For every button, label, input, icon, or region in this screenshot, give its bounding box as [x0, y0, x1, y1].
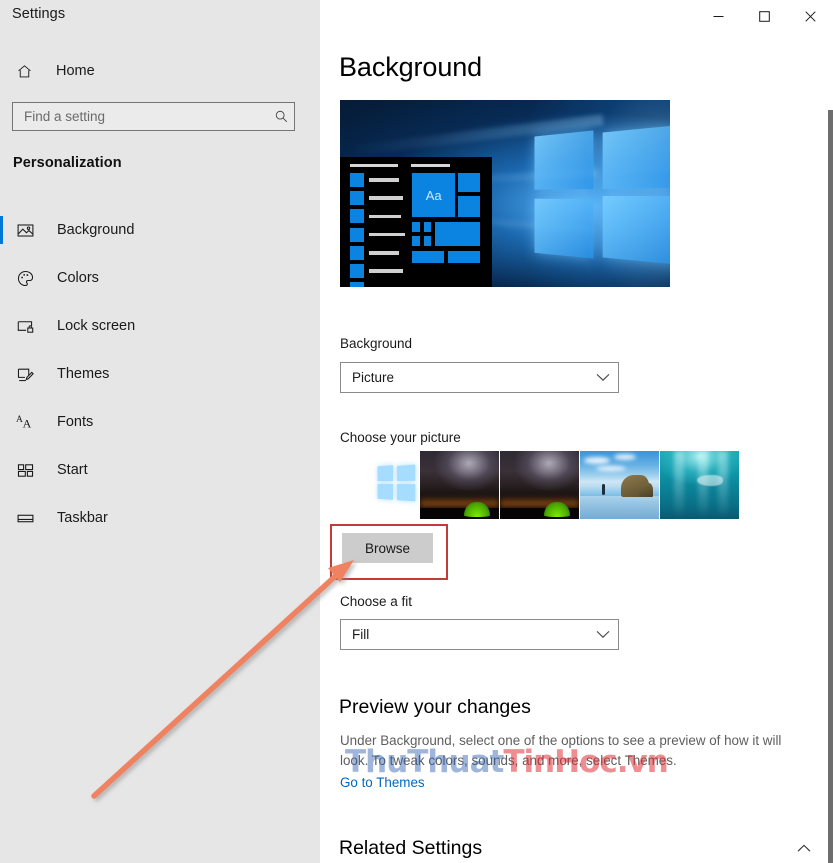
sidebar-item-taskbar-label: Taskbar — [57, 510, 108, 526]
related-settings-header[interactable]: Related Settings — [339, 837, 811, 860]
thumbnail-beach-rock-wallpaper[interactable] — [580, 451, 659, 519]
content-scrollbar[interactable] — [828, 110, 833, 863]
sidebar-item-themes-label: Themes — [57, 366, 110, 382]
sidebar-nav: Background Colors Lock screen Themes A A… — [0, 206, 320, 542]
brush-icon — [13, 362, 37, 386]
windows-logo-glow — [534, 122, 670, 270]
search-box[interactable] — [12, 102, 295, 131]
lock-screen-icon — [13, 314, 37, 338]
start-tile-label: Aa — [425, 187, 442, 203]
taskbar-icon — [13, 506, 37, 530]
sidebar-item-start-label: Start — [57, 462, 88, 478]
selection-indicator — [0, 264, 3, 292]
start-tiles-icon — [13, 458, 37, 482]
selection-indicator — [0, 216, 3, 244]
content-area: Background Aa Background Picture Choose … — [320, 32, 833, 863]
chevron-down-icon — [588, 630, 618, 639]
sidebar-section-title: Personalization — [13, 155, 122, 171]
fit-field-label: Choose a fit — [340, 594, 413, 609]
svg-text:A: A — [23, 416, 32, 430]
chevron-down-icon — [588, 373, 618, 382]
sidebar-item-home-label: Home — [56, 63, 95, 79]
start-tiles: Aa — [411, 163, 482, 278]
sidebar-item-lock-screen-label: Lock screen — [57, 318, 136, 334]
thumbnail-night-sky-tent-wallpaper[interactable] — [420, 451, 499, 519]
preview-changes-heading: Preview your changes — [339, 696, 531, 718]
page-title: Background — [339, 52, 483, 82]
search-input[interactable] — [13, 103, 268, 130]
minimize-button[interactable] — [695, 0, 741, 32]
choose-picture-label: Choose your picture — [340, 430, 461, 445]
preview-changes-body: Under Background, select one of the opti… — [340, 733, 782, 768]
palette-icon — [13, 266, 37, 290]
image-icon — [13, 218, 37, 242]
start-menu-preview: Aa — [340, 157, 492, 287]
title-bar — [320, 0, 833, 32]
settings-window: Settings Home Personalization — [0, 0, 833, 863]
fit-select-value: Fill — [352, 627, 370, 642]
sidebar-item-background[interactable]: Background — [0, 206, 320, 254]
start-tile-large: Aa — [411, 172, 457, 219]
background-select-value: Picture — [352, 370, 395, 385]
related-settings-heading: Related Settings — [339, 837, 483, 859]
selection-indicator — [0, 456, 3, 484]
background-select[interactable]: Picture — [340, 362, 619, 393]
go-to-themes-link[interactable]: Go to Themes — [340, 775, 425, 790]
scrollbar-thumb[interactable] — [828, 110, 833, 863]
font-icon: A A — [13, 410, 37, 434]
sidebar: Settings Home Personalization — [0, 0, 320, 863]
fit-select[interactable]: Fill — [340, 619, 619, 650]
selection-indicator — [0, 312, 3, 340]
maximize-button[interactable] — [741, 0, 787, 32]
close-button[interactable] — [787, 0, 833, 32]
thumbnail-underwater-diver-wallpaper[interactable] — [660, 451, 739, 519]
start-app-list — [349, 163, 405, 287]
desktop-preview: Aa — [340, 100, 670, 287]
chevron-up-icon[interactable] — [797, 840, 811, 858]
selection-indicator — [0, 360, 3, 388]
search-icon — [268, 109, 294, 124]
thumbnail-milky-way-tent-wallpaper[interactable] — [500, 451, 579, 519]
background-field-label: Background — [340, 336, 413, 351]
sidebar-item-background-label: Background — [57, 222, 135, 238]
thumbnail-windows-hero-wallpaper[interactable] — [340, 451, 419, 519]
home-icon — [13, 60, 35, 82]
sidebar-item-themes[interactable]: Themes — [0, 350, 320, 398]
sidebar-item-start[interactable]: Start — [0, 446, 320, 494]
selection-indicator — [0, 408, 3, 436]
sidebar-item-fonts-label: Fonts — [57, 414, 94, 430]
app-title: Settings — [12, 6, 66, 22]
sidebar-item-home[interactable]: Home — [0, 56, 320, 86]
sidebar-item-colors[interactable]: Colors — [0, 254, 320, 302]
selection-indicator — [0, 504, 3, 532]
sidebar-item-taskbar[interactable]: Taskbar — [0, 494, 320, 542]
browse-button[interactable]: Browse — [342, 533, 433, 563]
picture-thumbnails — [340, 451, 740, 519]
sidebar-item-fonts[interactable]: A A Fonts — [0, 398, 320, 446]
sidebar-item-lock-screen[interactable]: Lock screen — [0, 302, 320, 350]
sidebar-item-colors-label: Colors — [57, 270, 99, 286]
